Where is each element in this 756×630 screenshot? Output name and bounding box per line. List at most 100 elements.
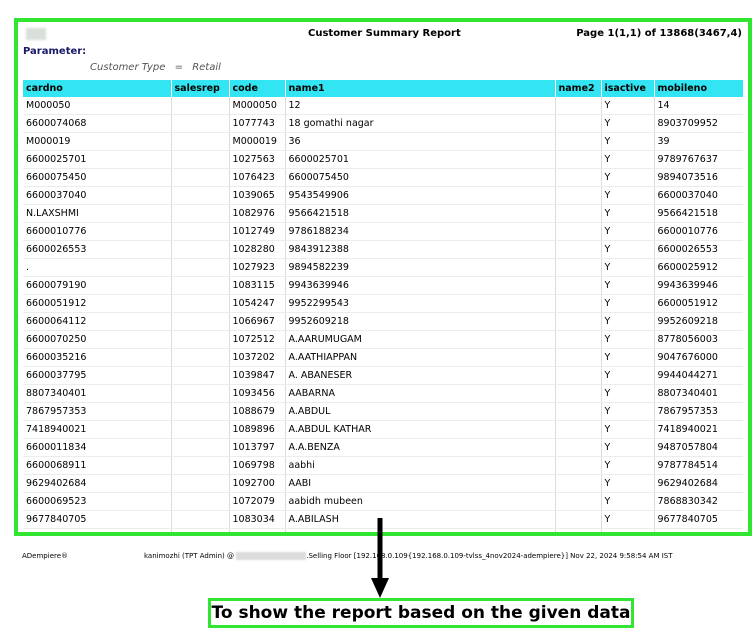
cell-name1: 9566421518 — [285, 204, 556, 223]
cell-salesrep — [171, 510, 230, 529]
cell-isactive: Y — [601, 97, 655, 115]
cell-isactive: Y — [601, 114, 655, 133]
cell-name2 — [555, 222, 602, 241]
cell-salesrep — [171, 528, 230, 532]
cell-code: 1083115 — [229, 276, 286, 295]
cell-salesrep — [171, 312, 230, 331]
cell-name1: 6600075450 — [285, 168, 556, 187]
cell-code: 1054247 — [229, 294, 286, 313]
cell-name2 — [555, 276, 602, 295]
cell-name2 — [555, 384, 602, 403]
cell-name2 — [555, 492, 602, 511]
cell-cardno: 8807340401 — [23, 384, 172, 403]
table-row: M000050 M000050 12 Y 14 — [23, 97, 743, 115]
parameter-label: Parameter: — [23, 46, 87, 57]
cell-isactive: Y — [601, 348, 655, 367]
column-header-code: code — [229, 80, 286, 97]
cell-salesrep — [171, 97, 230, 115]
blurred-host — [236, 552, 307, 560]
cell-salesrep — [171, 330, 230, 349]
footer-brand: ADempiere® — [22, 552, 69, 560]
table-body: M000050 M000050 12 Y 14 6600074068 1077743 18 g… — [23, 97, 743, 532]
cell-mobileno: 9952609218 — [654, 312, 743, 331]
cell-code: 1066306 — [229, 528, 286, 532]
cell-cardno: 6600069523 — [23, 492, 172, 511]
cell-isactive: Y — [601, 330, 655, 349]
cell-mobileno: 9677840705 — [654, 510, 743, 529]
cell-isactive: Y — [601, 402, 655, 421]
table-row: 7867957353 1088679 A.ABDUL Y 7867957353 — [23, 402, 743, 421]
column-header-name2: name2 — [555, 80, 602, 97]
column-header-name1: name1 — [285, 80, 556, 97]
cell-salesrep — [171, 240, 230, 259]
report-table: cardno salesrep code name1 name2 isactive mobi… — [23, 80, 743, 532]
cell-salesrep — [171, 168, 230, 187]
cell-cardno: N.LAXSHMI — [23, 204, 172, 223]
cell-salesrep — [171, 222, 230, 241]
cell-name1: 9952299543 — [285, 294, 556, 313]
cell-name1: A.ABDUL — [285, 402, 556, 421]
cell-mobileno: 9789767637 — [654, 150, 743, 169]
cell-name1: 9786188234 — [285, 222, 556, 241]
cell-isactive: Y — [601, 456, 655, 475]
cell-name2 — [555, 204, 602, 223]
cell-isactive: Y — [601, 258, 655, 277]
cell-mobileno: 9047676000 — [654, 348, 743, 367]
cell-salesrep — [171, 132, 230, 151]
cell-cardno: 6600037795 — [23, 366, 172, 385]
cell-salesrep — [171, 492, 230, 511]
cell-salesrep — [171, 186, 230, 205]
cell-isactive: Y — [601, 510, 655, 529]
parameter-name: Customer Type — [90, 62, 166, 73]
cell-salesrep — [171, 294, 230, 313]
cell-code: 1027563 — [229, 150, 286, 169]
cell-code: 1077743 — [229, 114, 286, 133]
cell-isactive: Y — [601, 384, 655, 403]
page-info: Page 1(1,1) of 13868(3467,4) — [576, 28, 742, 39]
table-row: 6600010776 1012749 9786188234 Y 6600010776 — [23, 222, 743, 241]
cell-salesrep — [171, 276, 230, 295]
cell-name1: A.AARUMUGAM — [285, 330, 556, 349]
cell-name2 — [555, 150, 602, 169]
cell-code: 1037202 — [229, 348, 286, 367]
cell-isactive: Y — [601, 276, 655, 295]
cell-code: M000050 — [229, 97, 286, 115]
cell-isactive: Y — [601, 492, 655, 511]
cell-mobileno: 7867957353 — [654, 402, 743, 421]
cell-salesrep — [171, 420, 230, 439]
cell-salesrep — [171, 348, 230, 367]
cell-code: M000019 — [229, 132, 286, 151]
cell-code: 1013797 — [229, 438, 286, 457]
cell-cardno: 6600064112 — [23, 312, 172, 331]
cell-mobileno: 9944044271 — [654, 366, 743, 385]
cell-name2 — [555, 312, 602, 331]
cell-name2 — [555, 402, 602, 421]
parameter-value: Retail — [192, 62, 221, 73]
cell-mobileno: 8807340401 — [654, 384, 743, 403]
annotation-caption: To show the report based on the given da… — [208, 598, 634, 628]
cell-name2 — [555, 240, 602, 259]
cell-isactive: Y — [601, 420, 655, 439]
table-row: 6600068911 1069798 aabhi Y 9787784514 — [23, 456, 743, 475]
column-header-cardno: cardno — [23, 80, 172, 97]
cell-name1: 18 gomathi nagar — [285, 114, 556, 133]
cell-name2 — [555, 456, 602, 475]
cell-cardno: M000050 — [23, 97, 172, 115]
cell-code: 1083034 — [229, 510, 286, 529]
cell-code: 1072512 — [229, 330, 286, 349]
cell-mobileno: 6600026553 — [654, 240, 743, 259]
cell-isactive: Y — [601, 438, 655, 457]
cell-name2 — [555, 168, 602, 187]
cell-mobileno: 6600025912 — [654, 258, 743, 277]
cell-salesrep — [171, 456, 230, 475]
cell-cardno: 6600035216 — [23, 348, 172, 367]
table-row: 6600074068 1077743 18 gomathi nagar Y 890370… — [23, 114, 743, 133]
cell-cardno: 7867957353 — [23, 402, 172, 421]
cell-mobileno: 7868830342 — [654, 492, 743, 511]
cell-salesrep — [171, 402, 230, 421]
blurred-logo — [26, 28, 46, 40]
cell-cardno: 6600075450 — [23, 168, 172, 187]
cell-cardno: 6600063506 — [23, 528, 172, 532]
cell-isactive: Y — [601, 528, 655, 532]
cell-mobileno: 6600037040 — [654, 186, 743, 205]
